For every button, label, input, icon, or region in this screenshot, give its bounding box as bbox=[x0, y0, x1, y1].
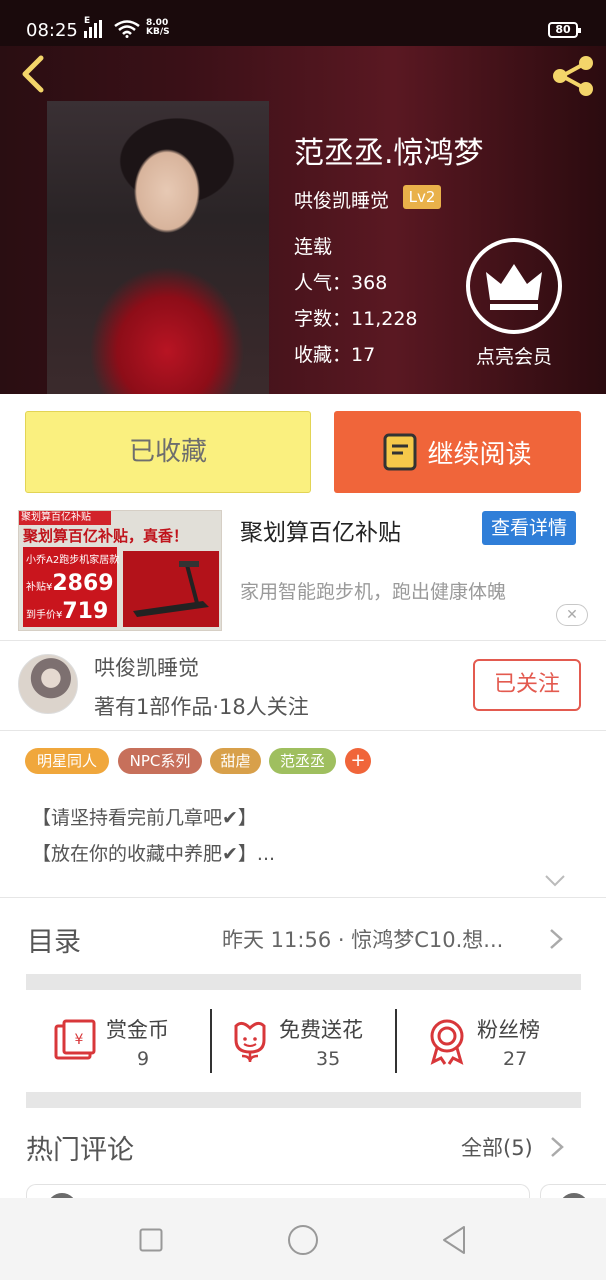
book-cover-image[interactable] bbox=[47, 101, 269, 394]
hot-comments-title: 热门评论 bbox=[26, 1135, 134, 1166]
section-separator bbox=[26, 974, 581, 990]
tag-item[interactable]: 范丞丞 bbox=[269, 748, 336, 774]
flower-icon[interactable] bbox=[230, 1018, 270, 1064]
divider bbox=[0, 897, 606, 898]
crown-icon bbox=[486, 264, 542, 310]
stat-label[interactable]: 粉丝榜 bbox=[477, 1014, 540, 1044]
add-tag-button[interactable]: + bbox=[345, 748, 371, 774]
expand-chevron-icon[interactable] bbox=[544, 874, 566, 888]
section-separator bbox=[26, 1092, 581, 1108]
book-header: 08:25 E 8.00 KB/S 80 范丞丞.惊鸿梦 哄俊凯睡觉 Lv2 连… bbox=[0, 0, 606, 394]
chevron-right-icon[interactable] bbox=[548, 927, 564, 951]
all-comments-link[interactable]: 全部(5) bbox=[461, 1132, 533, 1162]
book-author[interactable]: 哄俊凯睡觉 bbox=[294, 186, 389, 213]
back-button[interactable] bbox=[14, 54, 54, 94]
stat-separator bbox=[210, 1009, 212, 1073]
stat-label[interactable]: 免费送花 bbox=[279, 1014, 363, 1044]
follow-button[interactable]: 已关注 bbox=[473, 659, 581, 711]
author-avatar[interactable] bbox=[18, 654, 78, 714]
tag-item[interactable]: 甜虐 bbox=[210, 748, 261, 774]
stat-value: 9 bbox=[137, 1048, 150, 1070]
author-row-name[interactable]: 哄俊凯睡觉 bbox=[94, 652, 199, 682]
tag-item[interactable]: NPC系列 bbox=[118, 748, 202, 774]
book-word-count: 字数：11,228 bbox=[294, 308, 418, 330]
book-status: 连载 bbox=[294, 236, 333, 258]
ad-image[interactable]: 聚划算百亿补贴 聚划算百亿补贴，真香！ 小乔A2跑步机家居款 补贴¥2869 到… bbox=[18, 510, 222, 631]
stat-value: 35 bbox=[316, 1048, 341, 1070]
status-bar: 08:25 E 8.00 KB/S 80 bbox=[0, 0, 606, 46]
medal-icon[interactable] bbox=[425, 1016, 469, 1066]
ad-close-button[interactable]: ✕ bbox=[556, 604, 588, 626]
share-button[interactable] bbox=[548, 54, 598, 98]
chevron-right-icon[interactable] bbox=[549, 1135, 565, 1159]
book-favorites: 收藏：17 bbox=[294, 344, 376, 366]
red-envelope-icon[interactable]: ¥ bbox=[52, 1018, 98, 1064]
book-title: 范丞丞.惊鸿梦 bbox=[294, 136, 484, 171]
toc-latest-chapter[interactable]: 昨天 11:56 · 惊鸿梦C10.想... bbox=[222, 924, 503, 954]
tag-item[interactable]: 明星同人 bbox=[25, 748, 109, 774]
status-time: 08:25 bbox=[26, 20, 78, 41]
ad-title[interactable]: 聚划算百亿补贴 bbox=[240, 513, 401, 547]
svg-text:¥: ¥ bbox=[75, 1032, 84, 1048]
book-popularity: 人气：368 bbox=[294, 272, 388, 294]
home-icon[interactable] bbox=[287, 1224, 319, 1256]
toc-title[interactable]: 目录 bbox=[27, 920, 81, 959]
vip-button[interactable] bbox=[466, 238, 562, 334]
battery-icon: 80 bbox=[548, 22, 581, 38]
book-icon bbox=[383, 433, 417, 471]
description-line: 【放在你的收藏中养肥✔】... bbox=[32, 843, 276, 865]
wifi-icon bbox=[114, 20, 140, 38]
divider bbox=[0, 640, 606, 641]
network-type: E bbox=[84, 16, 91, 26]
ad-description[interactable]: 家用智能跑步机，跑出健康体魄 bbox=[240, 577, 506, 604]
collected-button[interactable]: 已收藏 bbox=[25, 411, 311, 493]
stat-separator bbox=[395, 1009, 397, 1073]
stat-label[interactable]: 赏金币 bbox=[106, 1014, 169, 1044]
continue-reading-button[interactable]: 继续阅读 bbox=[334, 411, 581, 493]
divider bbox=[0, 730, 606, 731]
author-level-badge: Lv2 bbox=[403, 185, 441, 209]
author-row-meta: 著有1部作品·18人关注 bbox=[94, 695, 309, 719]
ad-image-headline: 聚划算百亿补贴，真香！ bbox=[23, 527, 189, 545]
net-speed: 8.00 KB/S bbox=[146, 18, 170, 37]
treadmill-image bbox=[123, 551, 219, 627]
share-icon bbox=[553, 56, 593, 96]
system-nav-bar bbox=[0, 1198, 606, 1280]
recent-apps-icon[interactable] bbox=[139, 1228, 163, 1252]
vip-label[interactable]: 点亮会员 bbox=[476, 342, 552, 369]
back-nav-icon[interactable] bbox=[441, 1225, 467, 1255]
stat-value: 27 bbox=[503, 1048, 528, 1070]
ad-details-button[interactable]: 查看详情 bbox=[482, 511, 576, 545]
ad-image-banner: 聚划算百亿补贴 bbox=[19, 511, 111, 525]
ad-image-price-box: 小乔A2跑步机家居款 补贴¥2869 到手价¥719 bbox=[23, 547, 119, 627]
description-line: 【请坚持看完前几章吧✔】 bbox=[32, 807, 257, 829]
